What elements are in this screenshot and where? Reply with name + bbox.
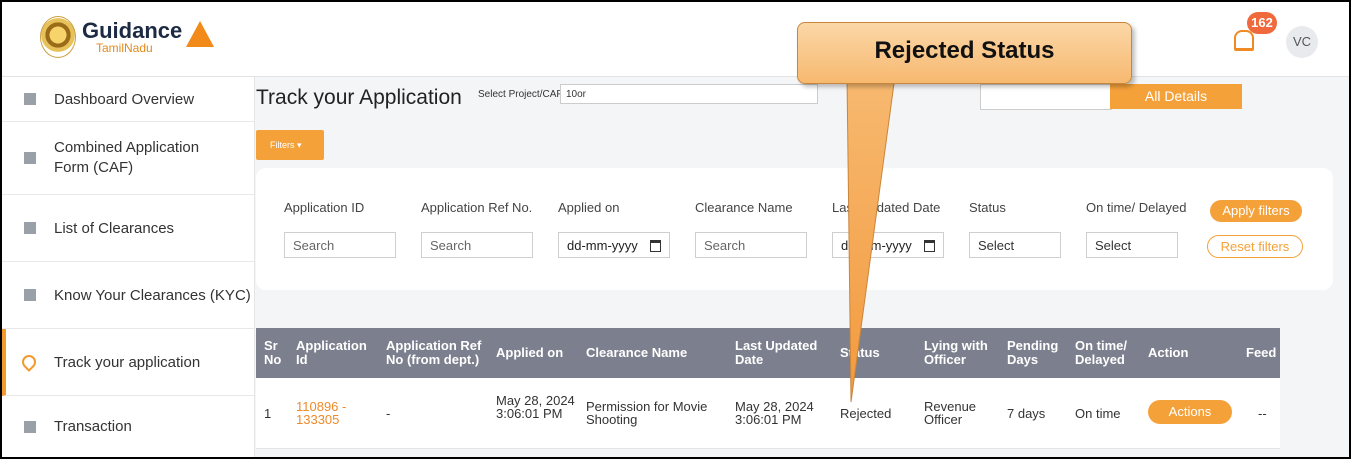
callout-text: Rejected Status (874, 37, 1055, 64)
callout-pointer (846, 75, 896, 403)
rejected-status-callout: Rejected Status (797, 22, 1132, 84)
